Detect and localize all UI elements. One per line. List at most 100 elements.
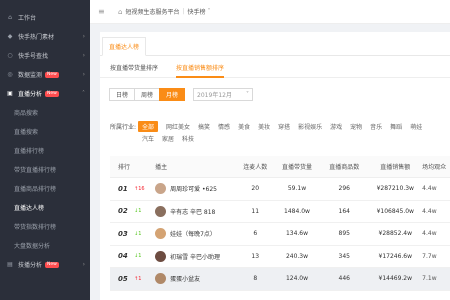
industry-option[interactable]: 汽车 [142,134,154,143]
live-icon: ▣ [7,90,13,97]
chevron-right-icon: › [82,33,85,40]
main-content: 直播达人榜 按直播带货量排序 按直播销售额排序 日榜 周榜 月榜 2019年12… [90,24,450,300]
avg-viewers-cell: 7.7w [422,252,437,260]
rank-change: ↑1 [134,275,142,282]
search-icon: ○ [7,52,13,59]
goods-cell: 446 [338,275,350,283]
industry-option[interactable]: 音乐 [370,122,382,131]
sidebar-item-label: 数据监测 [18,72,43,79]
goods-cell: 895 [338,230,350,238]
period-month-button[interactable]: 月榜 [159,88,186,101]
breadcrumb-root[interactable]: 短视频生态服务平台 [125,7,179,16]
col-host: 播主 [155,164,168,171]
table-row[interactable]: 02 ↓1 辛有志 辛巴 818 11 1484.0w 164 ¥106845.0w 4.4w [110,201,450,223]
sales-cell: ¥17246.6w [378,252,413,260]
tab-sort-by-sales[interactable]: 按直播销售额排序 [176,58,225,78]
goods-cell: 164 [338,207,350,215]
col-rank[interactable]: 排行 [110,162,155,171]
table-row[interactable]: 01 ↑16 周周珍可爱 •625 20 59.1w 296 ¥287210.3w 4.4w [110,178,450,201]
avg-viewers-cell: 4.4w [422,230,437,238]
sales-cell: ¥287210.3w [376,185,414,193]
sidebar-item-account-search[interactable]: ○ 快手号查找 › [0,46,90,65]
industry-option[interactable]: 科技 [182,134,194,143]
home-icon: ⌂ [118,7,123,16]
sidebar-subitem-market-analysis[interactable]: 大盘数据分析 [0,236,90,255]
industry-option[interactable]: 游戏 [330,122,342,131]
host-cell[interactable]: 初瑞雪 辛巴小助理 [155,250,237,262]
col-fans[interactable]: 连麦人数 [237,162,274,171]
sidebar-item-label: 直播排行榜 [14,148,45,155]
rank-number: 03 [118,229,128,238]
menu-toggle-icon[interactable]: ≡ [98,7,106,16]
sidebar-item-label: 直播商品排行榜 [14,186,57,193]
col-goods[interactable]: 直播商品数 [320,162,368,171]
goods-cell: 345 [338,252,350,260]
host-cell[interactable]: 蛋蛋小盆友 [155,273,237,285]
fans-cell: 6 [253,230,258,238]
industry-option[interactable]: 宠物 [350,122,362,131]
col-sales[interactable]: 直播销售额 [368,162,422,171]
sidebar-item-live-analysis[interactable]: ▣ 直播分析 New ˄ [0,84,90,103]
col-volume[interactable]: 直播带货量 [274,162,320,171]
sales-cell: ¥28852.4w [378,230,413,238]
sidebar-subitem-live-rank[interactable]: 直播排行榜 [0,141,90,160]
sidebar-item-tech-analysis[interactable]: ▤ 技播分析 New › [0,255,90,274]
tab-sort-by-volume[interactable]: 按直播带货量排序 [110,58,158,78]
sidebar-item-label: 技播分析 [18,262,43,269]
chevron-right-icon: › [82,52,85,59]
tab-live-talent-rank[interactable]: 直播达人榜 [102,37,147,56]
sidebar-item-workbench[interactable]: ⌂ 工作台 [0,8,90,27]
chevron-right-icon: › [82,71,85,78]
rank-number: 05 [118,274,128,283]
rank-cell: 01 ↑16 [110,185,155,193]
breadcrumb-current[interactable]: 快手榜 [188,7,206,16]
industry-option[interactable]: 美妆 [258,122,270,131]
industry-option[interactable]: 萌娃 [410,122,422,131]
sidebar-item-label: 快手热门素材 [18,34,55,41]
avg-viewers-cell: 7.1w [422,275,437,283]
industry-option[interactable]: 影视娱乐 [298,122,322,131]
sidebar-subitem-sales-live-rank[interactable]: 带货直播排行榜 [0,160,90,179]
table-row[interactable]: 04 ↓1 初瑞雪 辛巴小助理 13 240.3w 345 ¥17246.6w 7.7w [110,246,450,268]
host-name: 辛有志 辛巴 818 [170,208,216,216]
host-cell[interactable]: 娃娃（每晚7点） [155,228,237,240]
primary-tabs: 直播达人榜 [100,36,450,56]
sidebar-subitem-sales-index-rank[interactable]: 带货指数排行榜 [0,217,90,236]
host-cell[interactable]: 辛有志 辛巴 818 [155,205,237,217]
avatar [155,183,167,195]
new-badge: New [45,90,59,97]
industry-option[interactable]: 情感 [218,122,230,131]
industry-option[interactable]: 网红美女 [166,122,190,131]
period-week-button[interactable]: 周榜 [134,88,161,101]
industry-option[interactable]: 美食 [238,122,250,131]
table-row[interactable]: 03 ↓1 娃娃（每晚7点） 6 134.6w 895 ¥28852.4w 4.4w [110,223,450,246]
topbar: ≡ ⌂ 短视频生态服务平台 | 快手榜 ˅ [90,0,450,24]
sidebar-subitem-product-search[interactable]: 商品搜索 [0,103,90,122]
industry-option[interactable]: 舞蹈 [390,122,402,131]
month-picker[interactable]: 2019年12月 ˅ [193,88,254,101]
industry-filter: 所属行业: 全部 网红美女 搞笑 情感 美食 美妆 穿搭 影视娱乐 游戏 宠物 音乐 舞蹈 萌娃 汽车家… [110,120,450,144]
monitor-icon: ◎ [7,71,13,78]
industry-option[interactable]: 全部 [138,120,159,132]
chevron-down-icon: ˅ [207,8,211,15]
sidebar-item-hot-material[interactable]: ◆ 快手热门素材 › [0,27,90,46]
table-row[interactable]: 05 ↑1 蛋蛋小盆友 8 124.0w 446 ¥14469.2w 7.1w [110,268,450,291]
rank-change: ↓1 [134,253,142,260]
sidebar-subitem-live-goods-rank[interactable]: 直播商品排行榜 [0,179,90,198]
industry-option[interactable]: 家居 [162,134,174,143]
avatar [155,205,167,217]
period-day-button[interactable]: 日榜 [109,88,136,101]
host-cell[interactable]: 周周珍可爱 •625 [155,183,237,195]
industry-option[interactable]: 穿搭 [278,122,290,131]
table-body: 01 ↑16 周周珍可爱 •625 20 59.1w 296 ¥287210.3w 4.4w 0… [110,178,450,291]
new-badge: New [45,71,59,78]
rank-cell: 04 ↓1 [110,252,155,260]
industry-option[interactable]: 搞笑 [198,122,210,131]
breadcrumb-separator: | [182,8,185,15]
col-avg-viewers[interactable]: 场均观众 [422,162,450,171]
avatar [155,273,167,285]
sidebar-subitem-live-talent-rank[interactable]: 直播达人榜 [0,198,90,217]
sidebar-item-data-monitor[interactable]: ◎ 数据监测 New › [0,65,90,84]
sidebar-subitem-live-search[interactable]: 直播搜索 [0,122,90,141]
fans-cell: 20 [251,185,260,193]
